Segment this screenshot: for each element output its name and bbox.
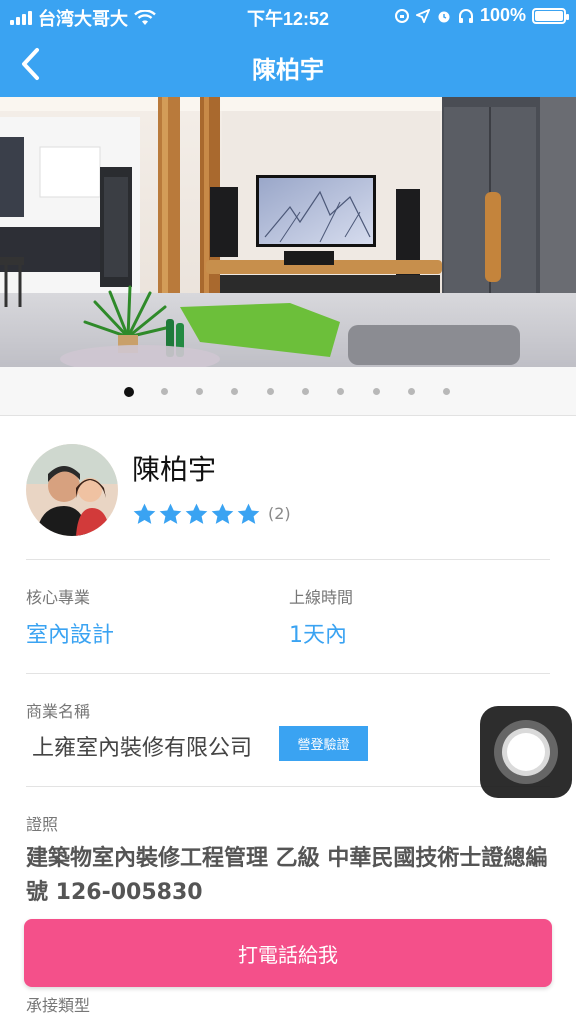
profile-name: 陳柏宇 — [132, 453, 217, 486]
star-icon — [211, 503, 234, 524]
license-text: 建築物室內裝修工程管理 乙級 中華民國技術士證總編號 126-005830 — [26, 846, 548, 905]
carousel-dot[interactable] — [160, 388, 168, 395]
business-verify-badge[interactable]: 營登驗證 — [279, 726, 368, 761]
carousel-dot[interactable] — [231, 388, 239, 395]
location-icon — [415, 8, 430, 23]
nav-bar: 陳柏宇 — [0, 32, 576, 97]
carousel-indicators — [0, 367, 576, 415]
star-icon — [133, 503, 156, 524]
carousel-dot[interactable] — [196, 388, 204, 395]
star-icon — [185, 503, 208, 524]
headphones-icon — [458, 8, 473, 23]
screen-lock-icon — [394, 8, 409, 23]
carousel-dot[interactable] — [302, 388, 309, 395]
living-room-photo — [0, 97, 576, 367]
battery-percent: 100% — [479, 5, 526, 25]
call-me-button[interactable]: 打電話給我 — [24, 919, 552, 987]
online-time-value: 1天內 — [289, 623, 347, 648]
carousel-dot[interactable] — [124, 387, 134, 397]
avatar-photo — [26, 444, 118, 536]
avatar[interactable] — [26, 444, 118, 536]
divider — [26, 786, 550, 787]
specialty-value: 室內設計 — [26, 623, 115, 648]
battery-icon — [532, 7, 569, 24]
carousel-dot[interactable] — [443, 388, 451, 395]
portfolio-image-carousel[interactable] — [0, 97, 576, 367]
online-time-label: 上線時間 — [289, 588, 354, 607]
rating-stars — [132, 502, 261, 527]
carousel-dot[interactable] — [337, 388, 345, 395]
page-title: 陳柏宇 — [252, 56, 324, 84]
license-label: 證照 — [26, 815, 59, 834]
business-name-label: 商業名稱 — [26, 702, 91, 721]
carousel-dot[interactable] — [372, 388, 380, 395]
company-name: 上雍室內裝修有限公司 — [32, 736, 253, 761]
service-type-label: 承接類型 — [26, 996, 91, 1015]
divider — [26, 673, 550, 674]
divider — [26, 559, 550, 560]
star-icon — [159, 503, 182, 524]
assistive-touch-button[interactable] — [480, 706, 572, 798]
carousel-dot[interactable] — [407, 388, 415, 395]
alarm-icon — [438, 11, 450, 22]
star-icon — [237, 503, 260, 524]
status-bar: 台湾大哥大 下午12:52 100% — [0, 0, 576, 32]
specialty-label: 核心專業 — [26, 588, 91, 607]
assistive-ring-center — [507, 733, 545, 771]
rating-count[interactable]: (2) — [268, 504, 291, 523]
carousel-dot[interactable] — [266, 388, 274, 395]
